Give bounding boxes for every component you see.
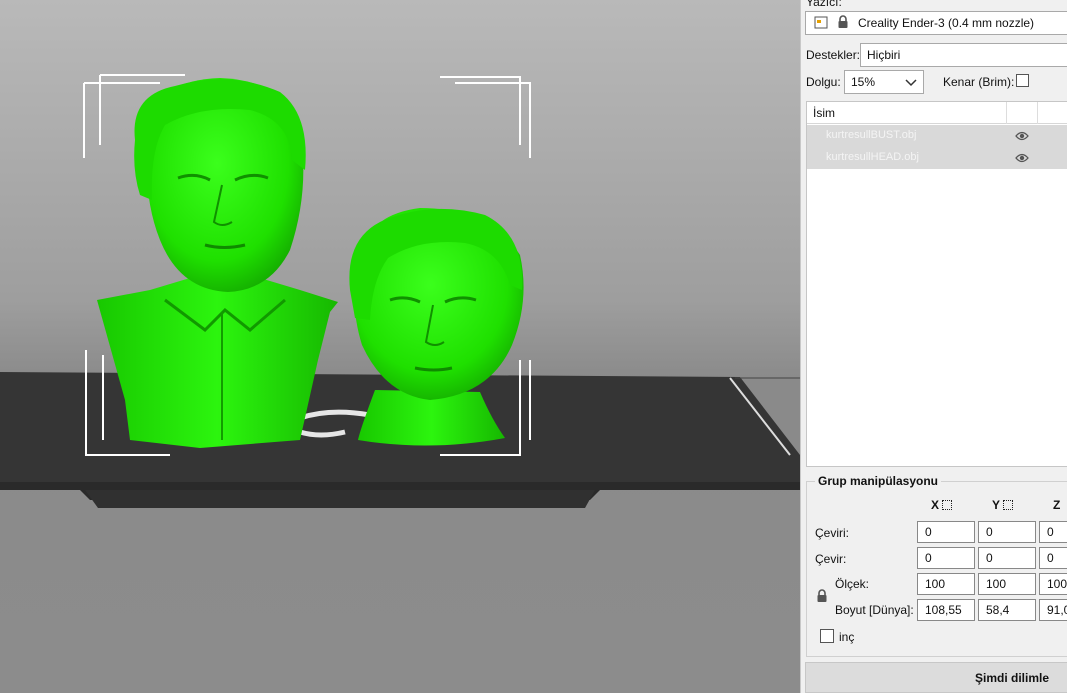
slice-now-label: Şimdi dilimle	[974, 671, 1049, 685]
settings-panel: Yazıcı: Creality Ender-3 (0.4 mm nozzle)…	[800, 0, 1067, 693]
support-label: Destekler:	[806, 48, 861, 62]
bust-model[interactable]	[97, 78, 338, 448]
list-item[interactable]: kurtresullHEAD.obj	[807, 147, 1067, 169]
scene	[0, 74, 800, 508]
rotate-y-input[interactable]: 0	[978, 547, 1036, 569]
infill-label: Dolgu:	[806, 75, 841, 89]
slice-now-button[interactable]: Şimdi dilimle	[805, 662, 1067, 693]
infill-select[interactable]: 15%	[844, 70, 924, 94]
translate-z-input[interactable]: 0	[1039, 521, 1067, 543]
size-x-input[interactable]: 108,55	[917, 599, 975, 621]
size-label: Boyut [Dünya]:	[835, 603, 914, 617]
eye-icon[interactable]	[1015, 152, 1029, 164]
axis-x-header: X	[931, 498, 953, 512]
lock-icon	[838, 15, 848, 28]
scale-y-input[interactable]: 100	[978, 573, 1036, 595]
rotate-label: Çevir:	[815, 552, 847, 566]
scale-label: Ölçek:	[835, 577, 870, 591]
name-column-header[interactable]: İsim	[813, 106, 835, 120]
inch-label: inç	[839, 630, 855, 644]
support-select[interactable]: Hiçbiri	[860, 43, 1067, 67]
object-name: kurtresullHEAD.obj	[826, 151, 919, 163]
rotate-z-input[interactable]: 0	[1039, 547, 1067, 569]
translate-label: Çeviri:	[815, 526, 850, 540]
support-select-value: Hiçbiri	[867, 48, 901, 62]
object-list-header: İsim	[807, 102, 1067, 124]
scale-lock-icon[interactable]	[816, 589, 828, 603]
3d-viewport[interactable]	[0, 0, 800, 693]
list-item[interactable]: kurtresullBUST.obj	[807, 125, 1067, 147]
size-z-input[interactable]: 91,0	[1039, 599, 1067, 621]
inch-checkbox[interactable]	[820, 629, 834, 643]
group-manipulation: Grup manipülasyonu X Y Z Çeviri: 0 0 0 Ç…	[806, 474, 1067, 657]
object-list: İsim kurtresullBUST.obj kurtresullHEAD.o…	[806, 101, 1067, 467]
brim-label: Kenar (Brim):	[943, 75, 1015, 89]
group-title: Grup manipülasyonu	[815, 474, 942, 488]
axis-y-icon	[1003, 500, 1014, 510]
eye-icon[interactable]	[1015, 130, 1029, 142]
rotate-x-input[interactable]: 0	[917, 547, 975, 569]
printer-icon	[814, 16, 828, 29]
translate-y-input[interactable]: 0	[978, 521, 1036, 543]
scale-x-input[interactable]: 100	[917, 573, 975, 595]
axis-z-header: Z	[1053, 498, 1061, 512]
axis-x-icon	[942, 500, 953, 510]
scale-z-input[interactable]: 100	[1039, 573, 1067, 595]
chevron-down-icon	[905, 79, 917, 87]
infill-select-value: 15%	[851, 75, 876, 89]
object-name: kurtresullBUST.obj	[826, 129, 917, 141]
size-y-input[interactable]: 58,4	[978, 599, 1036, 621]
printer-label: Yazıcı:	[806, 0, 842, 9]
axis-y-header: Y	[992, 498, 1014, 512]
brim-checkbox[interactable]	[1016, 74, 1029, 87]
translate-x-input[interactable]: 0	[917, 521, 975, 543]
printer-select-value: Creality Ender-3 (0.4 mm nozzle)	[858, 16, 1035, 30]
